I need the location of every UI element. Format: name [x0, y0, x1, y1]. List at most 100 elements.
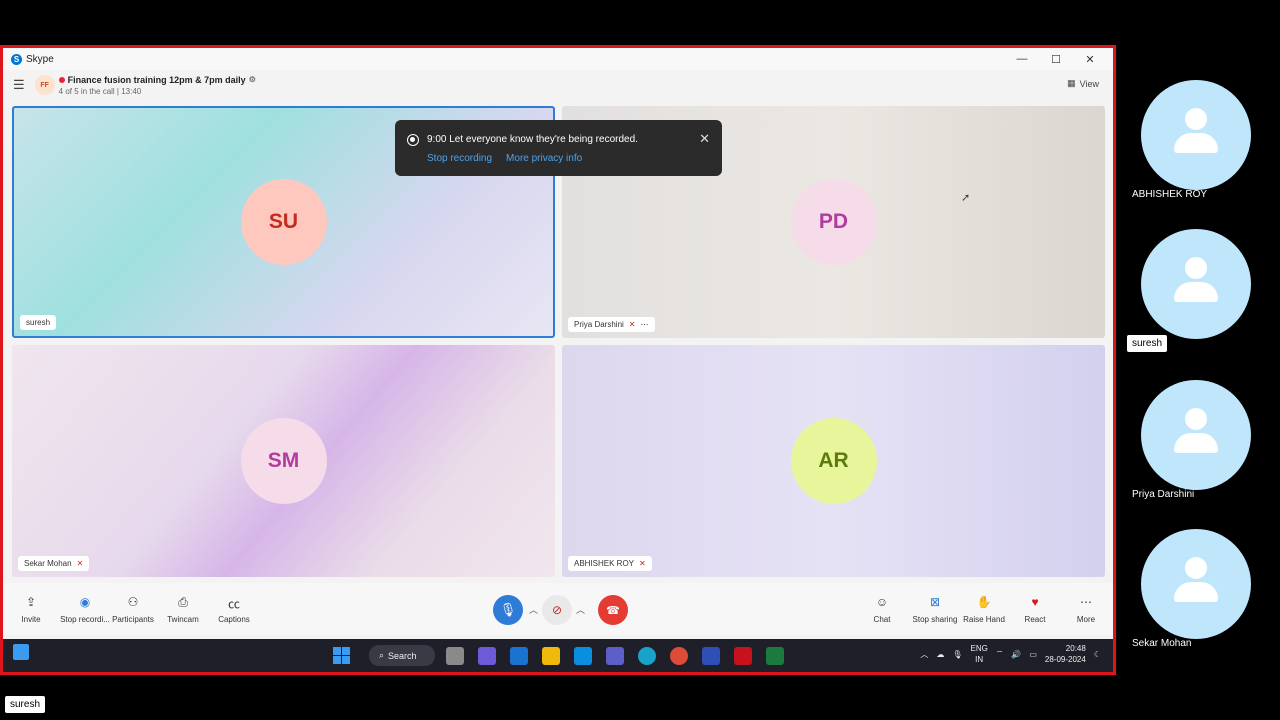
invite-label: Invite — [21, 615, 41, 624]
side-participant-avatar — [1141, 380, 1251, 490]
captions-button[interactable]: ㏄ Captions — [208, 595, 260, 624]
language-indicator[interactable]: ENG IN — [971, 643, 988, 665]
twincam-icon: ⎙ — [178, 595, 188, 609]
record-icon: ◉ — [79, 595, 91, 609]
stop-recording-label: Stop recordi... — [60, 615, 110, 624]
mic-button[interactable]: 🎙 — [493, 595, 523, 625]
privacy-info-link[interactable]: More privacy info — [506, 153, 582, 164]
more-options-icon[interactable]: ⋯ — [641, 320, 649, 329]
camera-off-icon: ⊘ — [551, 603, 563, 617]
end-call-button[interactable]: ☎ — [598, 595, 628, 625]
more-button[interactable]: ⋯ More — [1060, 595, 1112, 624]
chat-label: Chat — [873, 615, 891, 624]
start-button[interactable] — [333, 647, 350, 664]
toast-message: 9:00 Let everyone know they're being rec… — [427, 134, 638, 145]
windows-taskbar: ⌕ Search ︿ ☁ 🎙 ENG IN ⌔ 🔊 ▭ 20:48 28-09-… — [3, 639, 1113, 672]
system-tray: ︿ ☁ 🎙 ENG IN ⌔ 🔊 ▭ 20:48 28-09-2024 ☾ — [920, 643, 1101, 665]
chevron-up-icon[interactable]: ︿ — [920, 649, 928, 660]
lang-bottom: IN — [975, 655, 984, 664]
toast-links: Stop recording More privacy info — [427, 153, 582, 164]
more-label: More — [1076, 615, 1096, 624]
speaker-badge: suresh — [5, 696, 46, 713]
name-tag: Sekar Mohan ✕ — [18, 556, 90, 571]
screen-share-icon: ⊠ — [929, 595, 941, 609]
excel-icon[interactable] — [766, 647, 784, 665]
side-participant-avatar — [1141, 529, 1251, 639]
side-participant-name: ABHISHEK ROY — [1132, 189, 1208, 200]
twincam-button[interactable]: ⎙ Twincam — [157, 595, 209, 624]
twincam-label: Twincam — [167, 615, 199, 624]
side-participant-name: suresh — [1127, 335, 1168, 352]
clock-time: 20:48 — [1065, 644, 1086, 653]
taskbar-search[interactable]: ⌕ Search — [369, 645, 435, 666]
participants-label: Participants — [112, 615, 154, 624]
stop-sharing-button[interactable]: ⊠ Stop sharing — [906, 595, 964, 624]
mic-muted-icon: ✕ — [76, 559, 84, 568]
name-tag: suresh — [20, 315, 57, 330]
name-tag-label: ABHISHEK ROY — [574, 559, 635, 568]
outlook-icon[interactable] — [510, 647, 528, 665]
settings-icon[interactable]: ⚙ — [249, 75, 256, 84]
view-button[interactable]: ▦ View — [1067, 78, 1099, 89]
call-subtitle: 4 of 5 in the call | 13:40 — [58, 86, 142, 96]
avatar: AR — [790, 418, 877, 504]
side-participant-avatar — [1141, 229, 1251, 339]
view-label: View — [1079, 78, 1099, 89]
camera-options-chevron-icon[interactable]: ︿ — [576, 603, 585, 616]
react-button[interactable]: ♥ React — [1009, 595, 1061, 624]
battery-icon[interactable]: ▭ — [1029, 650, 1037, 659]
hamburger-menu-icon[interactable]: ☰ — [13, 77, 25, 93]
name-tag-label: Sekar Mohan — [24, 559, 72, 568]
task-view-icon[interactable] — [446, 647, 464, 665]
title-bar: S Skype — ☐ ✕ — [3, 48, 1113, 70]
stop-recording-link[interactable]: Stop recording — [427, 153, 492, 164]
hang-up-icon: ☎ — [606, 604, 620, 617]
mic-options-chevron-icon[interactable]: ︿ — [529, 603, 538, 616]
name-tag-label: Priya Darshini — [574, 320, 624, 329]
avatar: SM — [240, 418, 327, 504]
more-icon: ⋯ — [1080, 595, 1092, 609]
window-controls: — ☐ ✕ — [1005, 48, 1107, 70]
participant-tile-abhishek[interactable]: AR ABHISHEK ROY ✕ — [562, 345, 1105, 577]
side-participant-name: Sekar Mohan — [1132, 638, 1192, 649]
volume-icon[interactable]: 🔊 — [1011, 650, 1021, 659]
stop-recording-button[interactable]: ◉ Stop recordi... — [55, 595, 115, 624]
camera-button[interactable]: ⊘ — [542, 595, 572, 625]
skype-logo-icon: S — [11, 53, 22, 65]
mcafee-icon[interactable] — [734, 647, 752, 665]
chrome-icon[interactable] — [670, 647, 688, 665]
notification-icon[interactable]: ☾ — [1094, 650, 1101, 659]
microphone-icon[interactable]: 🎙 — [952, 650, 962, 659]
cloud-icon[interactable]: ☁ — [936, 650, 944, 659]
recording-toast: 9:00 Let everyone know they're being rec… — [395, 120, 722, 176]
file-explorer-icon[interactable] — [542, 647, 560, 665]
clock[interactable]: 20:48 28-09-2024 — [1045, 643, 1086, 665]
invite-button[interactable]: ⇪ Invite — [5, 595, 57, 624]
close-icon[interactable]: ✕ — [699, 131, 710, 147]
chat-icon: ☺ — [875, 595, 889, 609]
edge-icon[interactable] — [638, 647, 656, 665]
teams-chat-icon[interactable] — [478, 647, 496, 665]
avatar: PD — [790, 179, 877, 265]
side-participant-avatar — [1141, 80, 1251, 190]
teams-icon[interactable] — [606, 647, 624, 665]
minimize-button[interactable]: — — [1005, 53, 1039, 65]
call-title-text: Finance fusion training 12pm & 7pm daily — [67, 74, 246, 85]
app-title: Skype — [26, 53, 54, 65]
group-avatar: FF — [34, 75, 55, 95]
webex-icon[interactable] — [702, 647, 720, 665]
participants-icon: ⚇ — [127, 595, 139, 609]
participants-button[interactable]: ⚇ Participants — [107, 595, 159, 624]
close-button[interactable]: ✕ — [1073, 53, 1107, 66]
wifi-icon[interactable]: ⌔ — [996, 649, 1004, 659]
participant-tile-sekar[interactable]: SM Sekar Mohan ✕ — [12, 345, 555, 577]
widgets-icon[interactable] — [13, 644, 29, 660]
skype-window: S Skype — ☐ ✕ ☰ FF Finance fusion traini… — [0, 45, 1116, 675]
hand-icon: ✋ — [976, 595, 992, 609]
chat-button[interactable]: ☺ Chat — [856, 595, 908, 624]
skype-icon[interactable] — [574, 647, 592, 665]
raise-hand-button[interactable]: ✋ Raise Hand — [958, 595, 1010, 624]
maximize-button[interactable]: ☐ — [1039, 53, 1073, 66]
raise-hand-label: Raise Hand — [963, 615, 1005, 624]
mic-muted-icon: ✕ — [628, 320, 636, 329]
